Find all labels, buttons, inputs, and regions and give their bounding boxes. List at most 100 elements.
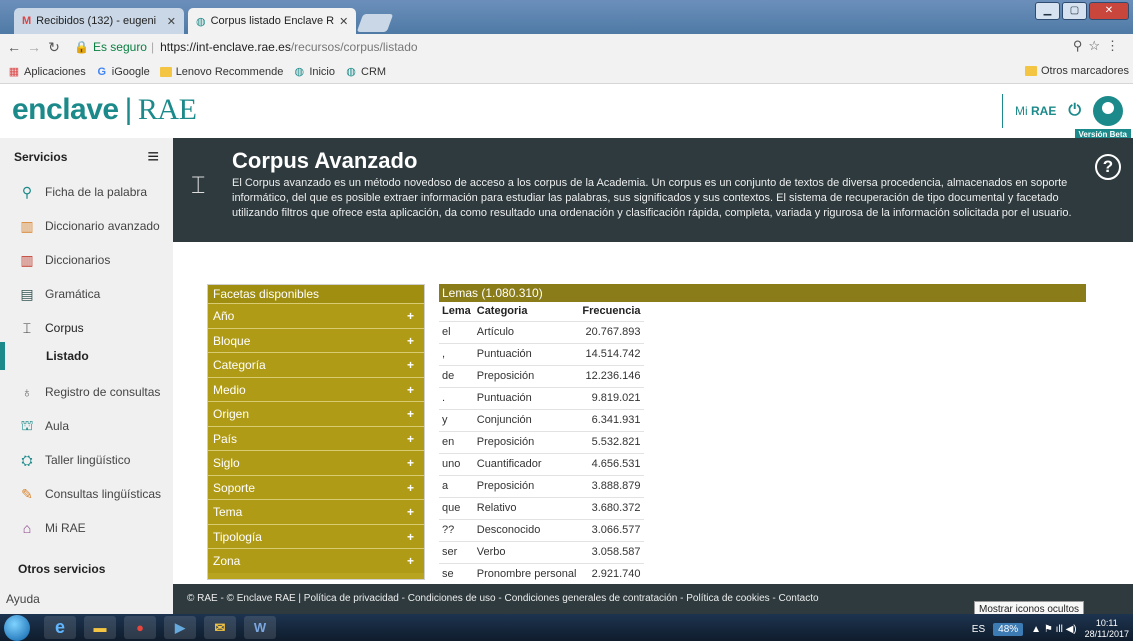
facet-siglo[interactable]: Siglo +	[208, 450, 424, 475]
minimize-icon[interactable]: ▁	[1035, 2, 1060, 20]
lema-cell: el	[439, 320, 474, 343]
table-row[interactable]: de Preposición 12.236.146	[439, 364, 644, 387]
tab-gmail[interactable]: M Recibidos (132) - eugeni ✕	[14, 8, 184, 34]
header-divider	[1001, 94, 1003, 128]
lemas-table: Lema Categoria Frecuencia el Artículo 20.7…	[439, 302, 644, 585]
tab-corpus[interactable]: ◍ Corpus listado Enclave R ✕	[188, 8, 356, 34]
facet-label: Siglo	[213, 456, 240, 470]
facet-tema[interactable]: Tema +	[208, 499, 424, 524]
other-bookmarks[interactable]: Otros marcadores	[1024, 65, 1129, 77]
column-header-categoria[interactable]: Categoria	[474, 302, 580, 321]
secure-indicator[interactable]: 🔒 Es seguro |	[74, 40, 154, 54]
page-title: Corpus Avanzado	[232, 148, 418, 173]
table-row[interactable]: que Relativo 3.680.372	[439, 496, 644, 519]
sidebar-item-diccionario-avanzado[interactable]: ▥ Diccionario avanzado	[0, 210, 173, 242]
mi-rae-link[interactable]: Mi RAE	[1015, 104, 1056, 118]
bookmark-igoogle[interactable]: GiGoogle	[96, 66, 149, 78]
bookmark-inicio[interactable]: ◍ Inicio	[293, 65, 336, 78]
language-indicator[interactable]: ES	[972, 624, 985, 635]
table-row[interactable]: uno Cuantificador 4.656.531	[439, 452, 644, 475]
sidebar-item-consultas[interactable]: ✎ Consultas lingüísticas	[0, 478, 173, 510]
sidebar-item-gramatica[interactable]: ▤ Gramática	[0, 278, 173, 310]
chrome-icon[interactable]: ●	[124, 616, 156, 639]
power-icon[interactable]: ⏻	[1068, 102, 1081, 120]
gmail-icon: M	[22, 15, 32, 27]
facet-soporte[interactable]: Soporte +	[208, 474, 424, 499]
new-tab-button[interactable]	[356, 14, 394, 32]
sidebar-item-aula[interactable]: ⛫ Aula	[0, 410, 173, 442]
maximize-icon[interactable]: ▢	[1062, 2, 1087, 20]
mail-icon[interactable]: ✉	[204, 616, 236, 639]
search-person-icon: ⚲	[21, 183, 33, 200]
sidebar-item-registro[interactable]: ♁ Registro de consultas	[0, 376, 173, 408]
table-row[interactable]: se Pronombre personal 2.921.740	[439, 562, 644, 585]
sidebar-item-diccionarios[interactable]: ▥ Diccionarios	[0, 244, 173, 276]
sidebar-item-corpus[interactable]: ⌶ Corpus	[0, 312, 173, 344]
table-row[interactable]: ?? Desconocido 3.066.577	[439, 518, 644, 541]
zoom-icon[interactable]: ⚲	[1073, 38, 1089, 53]
table-row[interactable]: en Preposición 5.532.821	[439, 430, 644, 453]
avatar[interactable]	[1093, 96, 1123, 126]
facets-panel: Facetas disponibles Año + Bloque + Categor…	[207, 284, 425, 580]
back-icon[interactable]: ←	[4, 39, 24, 55]
facet-medio[interactable]: Medio +	[208, 376, 424, 401]
plus-icon: +	[406, 382, 414, 397]
facet-ano[interactable]: Año +	[208, 303, 424, 328]
sidebar-item-ficha[interactable]: ⚲ Ficha de la palabra	[0, 176, 173, 208]
table-row[interactable]: , Puntuación 14.514.742	[439, 342, 644, 365]
help-link[interactable]: Ayuda	[6, 592, 40, 606]
facet-origen[interactable]: Origen +	[208, 401, 424, 426]
corpus-banner: ⌶ Corpus Avanzado El Corpus avanzado es …	[173, 138, 1133, 242]
sidebar-item-mi-rae[interactable]: ⌂ Mi RAE	[0, 512, 173, 544]
close-window-icon[interactable]: ✕	[1089, 2, 1129, 20]
bookmark-apps[interactable]: ▦ Aplicaciones	[8, 66, 86, 78]
start-button[interactable]	[4, 615, 30, 641]
bookmark-lenovo[interactable]: Lenovo Recommende	[159, 66, 283, 78]
facet-zona[interactable]: Zona +	[208, 548, 424, 573]
explorer-icon[interactable]: ▬	[84, 616, 116, 639]
workshop-icon: ⛭	[21, 451, 33, 468]
help-icon[interactable]: ?	[1095, 154, 1121, 180]
rae-icon: ◍	[196, 15, 206, 28]
battery-indicator[interactable]: 48%	[993, 622, 1024, 636]
media-icon[interactable]: ▶	[164, 616, 196, 639]
sidebar-item-taller[interactable]: ⛭ Taller lingüístico	[0, 444, 173, 476]
ie-icon[interactable]: e	[44, 616, 76, 639]
frecuencia-cell: 3.888.879	[579, 474, 644, 497]
facet-label: Tipología	[213, 529, 262, 544]
sidebar-item-label: Diccionario avanzado	[45, 219, 160, 233]
menu-icon[interactable]: ⋮	[1106, 38, 1125, 53]
hamburger-icon[interactable]: ≡	[147, 146, 159, 169]
facet-bloque[interactable]: Bloque +	[208, 327, 424, 352]
word-icon[interactable]: W	[244, 616, 276, 639]
sidebar-item-label: Listado	[46, 349, 89, 363]
sidebar-item-listado[interactable]: Listado	[0, 342, 173, 370]
column-header-lema[interactable]: Lema	[439, 302, 474, 321]
star-icon[interactable]: ☆	[1088, 38, 1106, 53]
sidebar-item-label: Diccionarios	[45, 253, 111, 267]
column-header-frecuencia[interactable]: Frecuencia	[579, 302, 643, 321]
sidebar-other-title: Otros servicios	[18, 562, 106, 576]
reload-icon[interactable]: ↻	[44, 39, 64, 56]
table-row[interactable]: a Preposición 3.888.879	[439, 474, 644, 497]
url-field[interactable]: https://int-enclave.rae.es/recursos/corp…	[160, 40, 417, 54]
bookmark-crm[interactable]: ◍ CRM	[345, 66, 386, 78]
lema-cell: .	[439, 386, 474, 409]
clock-time: 10:11	[1095, 618, 1118, 628]
table-row[interactable]: y Conjunción 6.341.931	[439, 408, 644, 431]
facet-pais[interactable]: País +	[208, 425, 424, 450]
close-tab-icon[interactable]: ✕	[167, 15, 176, 28]
facet-tipologia[interactable]: Tipología +	[208, 523, 424, 548]
tray-icons[interactable]: ▲ ⚑ ıll ◀)	[1031, 624, 1076, 635]
table-row[interactable]: ser Verbo 3.058.587	[439, 540, 644, 563]
clock[interactable]: 10:11 28/11/2017	[1085, 618, 1129, 640]
forward-icon[interactable]: →	[24, 39, 44, 55]
table-row[interactable]: el Artículo 20.767.893	[439, 320, 644, 343]
facet-label: Categoría	[213, 358, 266, 372]
close-tab-icon[interactable]: ✕	[339, 15, 348, 28]
table-row[interactable]: . Puntuación 9.819.021	[439, 386, 644, 409]
facet-categoria[interactable]: Categoría +	[208, 352, 424, 377]
enclave-logo[interactable]: enclave | RAE	[12, 93, 197, 127]
rae-icon: ◍	[294, 65, 305, 78]
tab-label: Corpus listado Enclave R	[210, 15, 335, 27]
